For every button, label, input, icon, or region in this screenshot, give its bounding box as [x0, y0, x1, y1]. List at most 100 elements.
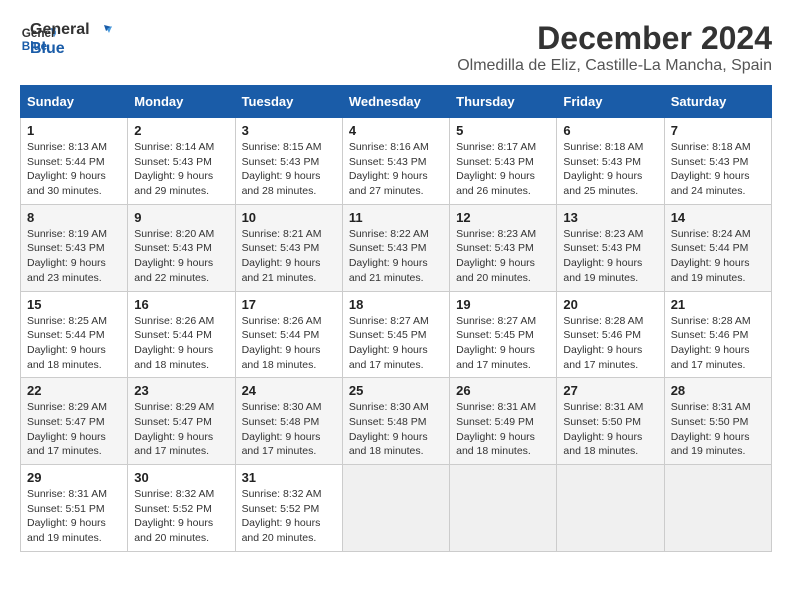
table-row — [450, 465, 557, 552]
day-number: 25 — [349, 383, 443, 398]
day-info: Sunrise: 8:31 AMSunset: 5:50 PMDaylight:… — [563, 400, 657, 459]
day-info: Sunrise: 8:29 AMSunset: 5:47 PMDaylight:… — [27, 400, 121, 459]
day-info: Sunrise: 8:26 AMSunset: 5:44 PMDaylight:… — [242, 314, 336, 373]
calendar-week-row: 1Sunrise: 8:13 AMSunset: 5:44 PMDaylight… — [21, 118, 772, 205]
table-row: 24 Sunrise: 8:30 AMSunset: 5:48 PMDayligh… — [235, 378, 342, 465]
day-number: 10 — [242, 210, 336, 225]
table-row: 18 Sunrise: 8:27 AMSunset: 5:45 PMDayligh… — [342, 291, 449, 378]
day-number: 23 — [134, 383, 228, 398]
day-number: 22 — [27, 383, 121, 398]
day-info: Sunrise: 8:32 AMSunset: 5:52 PMDaylight:… — [242, 487, 336, 546]
table-row — [664, 465, 771, 552]
day-number: 16 — [134, 297, 228, 312]
day-info: Sunrise: 8:27 AMSunset: 5:45 PMDaylight:… — [349, 314, 443, 373]
calendar-week-row: 29 Sunrise: 8:31 AMSunset: 5:51 PMDayligh… — [21, 465, 772, 552]
page-header: General Blue General Blue December 2024 … — [20, 20, 772, 75]
logo: General Blue General Blue — [20, 20, 112, 58]
table-row: 8 Sunrise: 8:19 AMSunset: 5:43 PMDaylight… — [21, 204, 128, 291]
day-info: Sunrise: 8:31 AMSunset: 5:49 PMDaylight:… — [456, 400, 550, 459]
calendar-title: December 2024 — [457, 20, 772, 57]
day-info: Sunrise: 8:18 AMSunset: 5:43 PMDaylight:… — [671, 140, 765, 199]
day-info: Sunrise: 8:17 AMSunset: 5:43 PMDaylight:… — [456, 140, 550, 199]
day-info: Sunrise: 8:21 AMSunset: 5:43 PMDaylight:… — [242, 227, 336, 286]
day-number: 3 — [242, 123, 336, 138]
table-row: 4Sunrise: 8:16 AMSunset: 5:43 PMDaylight… — [342, 118, 449, 205]
table-row: 15Sunrise: 8:25 AMSunset: 5:44 PMDayligh… — [21, 291, 128, 378]
day-info: Sunrise: 8:26 AMSunset: 5:44 PMDaylight:… — [134, 314, 228, 373]
table-row: 26Sunrise: 8:31 AMSunset: 5:49 PMDayligh… — [450, 378, 557, 465]
table-row: 20 Sunrise: 8:28 AMSunset: 5:46 PMDayligh… — [557, 291, 664, 378]
table-row: 19 Sunrise: 8:27 AMSunset: 5:45 PMDayligh… — [450, 291, 557, 378]
day-number: 30 — [134, 470, 228, 485]
day-number: 9 — [134, 210, 228, 225]
day-number: 15 — [27, 297, 121, 312]
table-row: 13Sunrise: 8:23 AMSunset: 5:43 PMDayligh… — [557, 204, 664, 291]
table-row: 16 Sunrise: 8:26 AMSunset: 5:44 PMDayligh… — [128, 291, 235, 378]
day-number: 6 — [563, 123, 657, 138]
table-row: 5 Sunrise: 8:17 AMSunset: 5:43 PMDaylight… — [450, 118, 557, 205]
day-number: 21 — [671, 297, 765, 312]
table-row: 6 Sunrise: 8:18 AMSunset: 5:43 PMDaylight… — [557, 118, 664, 205]
calendar-week-row: 8 Sunrise: 8:19 AMSunset: 5:43 PMDaylight… — [21, 204, 772, 291]
day-number: 5 — [456, 123, 550, 138]
day-number: 18 — [349, 297, 443, 312]
header-monday: Monday — [128, 86, 235, 118]
day-info: Sunrise: 8:23 AMSunset: 5:43 PMDaylight:… — [456, 227, 550, 286]
table-row: 23 Sunrise: 8:29 AMSunset: 5:47 PMDayligh… — [128, 378, 235, 465]
table-row: 27Sunrise: 8:31 AMSunset: 5:50 PMDayligh… — [557, 378, 664, 465]
calendar-week-row: 22 Sunrise: 8:29 AMSunset: 5:47 PMDayligh… — [21, 378, 772, 465]
day-number: 2 — [134, 123, 228, 138]
calendar-table: Sunday Monday Tuesday Wednesday Thursday… — [20, 85, 772, 552]
day-info: Sunrise: 8:24 AMSunset: 5:44 PMDaylight:… — [671, 227, 765, 286]
logo-bird-icon — [94, 23, 112, 37]
day-number: 28 — [671, 383, 765, 398]
day-number: 20 — [563, 297, 657, 312]
table-row: 22 Sunrise: 8:29 AMSunset: 5:47 PMDayligh… — [21, 378, 128, 465]
table-row: 7Sunrise: 8:18 AMSunset: 5:43 PMDaylight… — [664, 118, 771, 205]
table-row: 14Sunrise: 8:24 AMSunset: 5:44 PMDayligh… — [664, 204, 771, 291]
day-info: Sunrise: 8:16 AMSunset: 5:43 PMDaylight:… — [349, 140, 443, 199]
day-number: 24 — [242, 383, 336, 398]
day-number: 8 — [27, 210, 121, 225]
table-row: 25 Sunrise: 8:30 AMSunset: 5:48 PMDayligh… — [342, 378, 449, 465]
day-info: Sunrise: 8:30 AMSunset: 5:48 PMDaylight:… — [349, 400, 443, 459]
table-row: 3 Sunrise: 8:15 AMSunset: 5:43 PMDaylight… — [235, 118, 342, 205]
table-row: 10 Sunrise: 8:21 AMSunset: 5:43 PMDayligh… — [235, 204, 342, 291]
header-tuesday: Tuesday — [235, 86, 342, 118]
day-number: 17 — [242, 297, 336, 312]
day-number: 31 — [242, 470, 336, 485]
table-row: 28 Sunrise: 8:31 AMSunset: 5:50 PMDayligh… — [664, 378, 771, 465]
table-row: 2 Sunrise: 8:14 AMSunset: 5:43 PMDaylight… — [128, 118, 235, 205]
day-number: 11 — [349, 210, 443, 225]
table-row: 17 Sunrise: 8:26 AMSunset: 5:44 PMDayligh… — [235, 291, 342, 378]
header-friday: Friday — [557, 86, 664, 118]
day-info: Sunrise: 8:27 AMSunset: 5:45 PMDaylight:… — [456, 314, 550, 373]
day-info: Sunrise: 8:15 AMSunset: 5:43 PMDaylight:… — [242, 140, 336, 199]
logo-general: General — [30, 20, 112, 39]
table-row: 1Sunrise: 8:13 AMSunset: 5:44 PMDaylight… — [21, 118, 128, 205]
table-row: 12 Sunrise: 8:23 AMSunset: 5:43 PMDayligh… — [450, 204, 557, 291]
header-saturday: Saturday — [664, 86, 771, 118]
day-number: 29 — [27, 470, 121, 485]
day-info: Sunrise: 8:29 AMSunset: 5:47 PMDaylight:… — [134, 400, 228, 459]
calendar-subtitle: Olmedilla de Eliz, Castille-La Mancha, S… — [457, 57, 772, 75]
day-number: 12 — [456, 210, 550, 225]
day-info: Sunrise: 8:28 AMSunset: 5:46 PMDaylight:… — [671, 314, 765, 373]
table-row: 30Sunrise: 8:32 AMSunset: 5:52 PMDayligh… — [128, 465, 235, 552]
day-number: 19 — [456, 297, 550, 312]
day-info: Sunrise: 8:18 AMSunset: 5:43 PMDaylight:… — [563, 140, 657, 199]
table-row: 21 Sunrise: 8:28 AMSunset: 5:46 PMDayligh… — [664, 291, 771, 378]
day-number: 1 — [27, 123, 121, 138]
day-info: Sunrise: 8:31 AMSunset: 5:51 PMDaylight:… — [27, 487, 121, 546]
header-thursday: Thursday — [450, 86, 557, 118]
header-wednesday: Wednesday — [342, 86, 449, 118]
day-info: Sunrise: 8:19 AMSunset: 5:43 PMDaylight:… — [27, 227, 121, 286]
calendar-week-row: 15Sunrise: 8:25 AMSunset: 5:44 PMDayligh… — [21, 291, 772, 378]
logo-blue: Blue — [30, 39, 112, 58]
day-info: Sunrise: 8:14 AMSunset: 5:43 PMDaylight:… — [134, 140, 228, 199]
table-row: 31 Sunrise: 8:32 AMSunset: 5:52 PMDayligh… — [235, 465, 342, 552]
day-info: Sunrise: 8:28 AMSunset: 5:46 PMDaylight:… — [563, 314, 657, 373]
day-info: Sunrise: 8:30 AMSunset: 5:48 PMDaylight:… — [242, 400, 336, 459]
day-info: Sunrise: 8:22 AMSunset: 5:43 PMDaylight:… — [349, 227, 443, 286]
day-info: Sunrise: 8:31 AMSunset: 5:50 PMDaylight:… — [671, 400, 765, 459]
